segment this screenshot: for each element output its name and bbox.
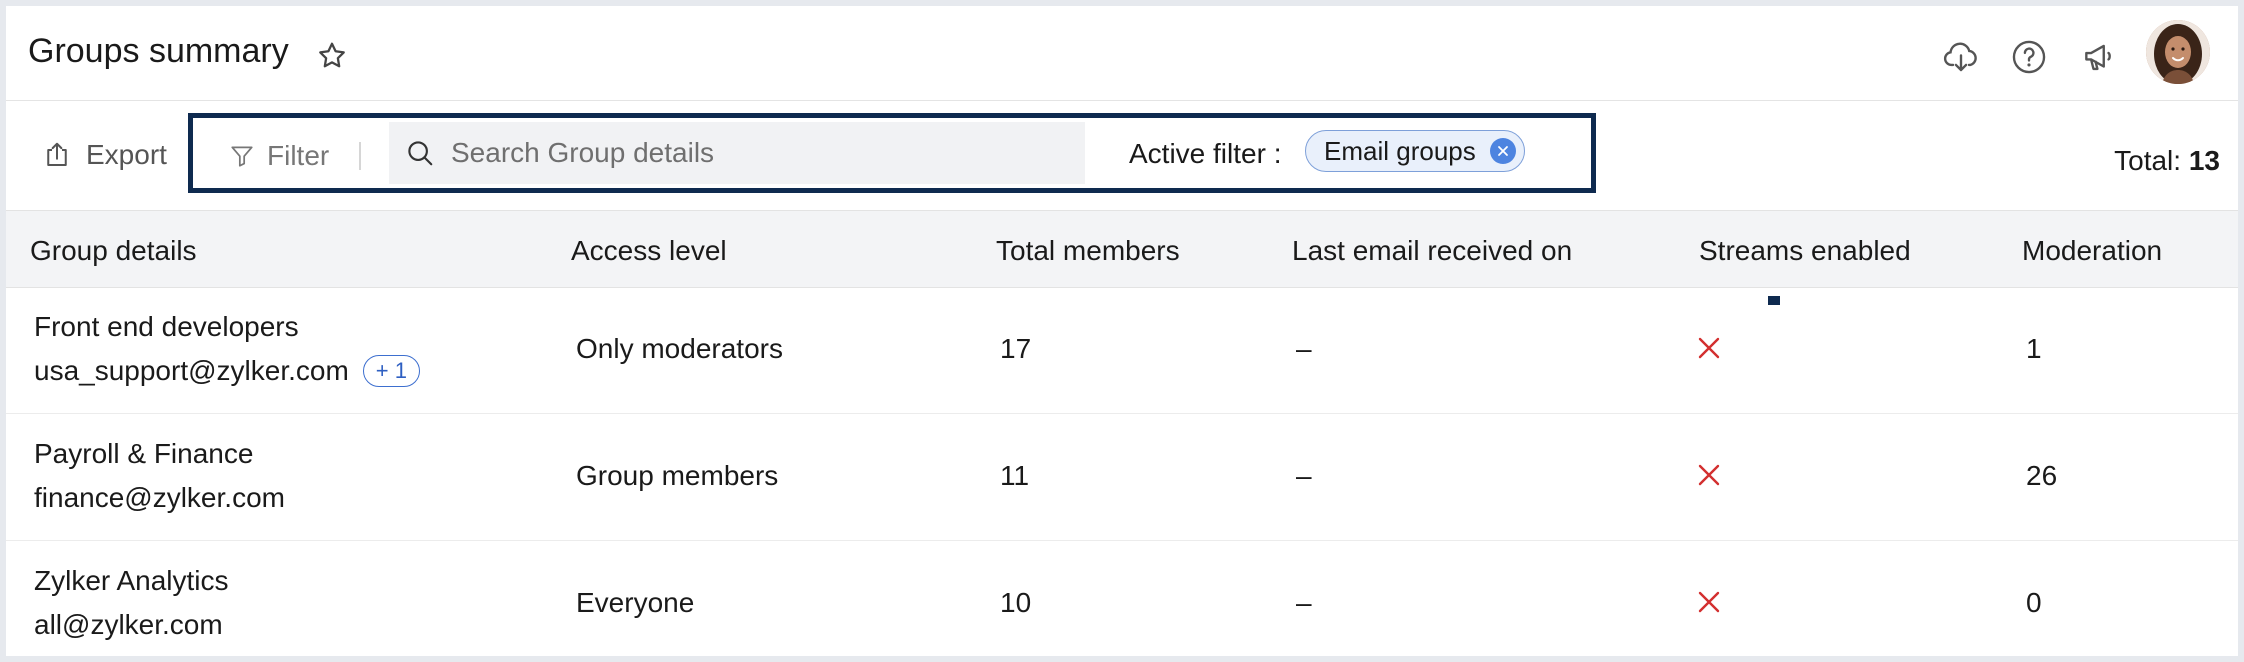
column-header-last-email[interactable]: Last email received on	[1292, 235, 1572, 267]
group-email-text: usa_support@zylker.com	[34, 355, 349, 386]
total-value: 13	[2188, 145, 2220, 176]
access-level: Everyone	[576, 587, 695, 618]
total-members: 17	[1000, 333, 1032, 364]
moderation-count: 1	[2026, 333, 2042, 364]
app-frame: Groups summary Export Filter Search Grou…	[6, 6, 2238, 656]
table-row[interactable]: Zylker Analytics all@zylker.com Everyone…	[6, 541, 2238, 656]
last-email-received: –	[1296, 333, 1312, 364]
streams-disabled-icon	[1698, 464, 1720, 486]
table-header: Group details Access level Total members…	[6, 210, 2238, 288]
export-label: Export	[86, 139, 167, 170]
page-header: Groups summary	[6, 6, 2238, 101]
streams-disabled-icon	[1698, 337, 1720, 359]
group-email-text: all@zylker.com	[34, 609, 223, 640]
avatar-image	[2146, 20, 2210, 84]
group-name[interactable]: Zylker Analytics	[34, 565, 229, 597]
divider	[359, 142, 361, 170]
group-email: usa_support@zylker.com + 1	[34, 355, 420, 387]
filter-label: Filter	[267, 140, 330, 171]
moderation-count: 0	[2026, 587, 2042, 618]
column-header-group-details[interactable]: Group details	[30, 235, 197, 267]
search-box[interactable]	[389, 122, 1085, 184]
group-email: all@zylker.com	[34, 609, 223, 641]
column-header-streams-enabled[interactable]: Streams enabled	[1699, 235, 1911, 267]
search-input[interactable]	[449, 136, 1053, 170]
column-header-total-members[interactable]: Total members	[996, 235, 1180, 267]
access-level: Group members	[576, 460, 779, 491]
group-name[interactable]: Payroll & Finance	[34, 438, 253, 470]
group-email: finance@zylker.com	[34, 482, 285, 514]
toolbar: Export Filter Active filter : Email grou…	[6, 101, 2238, 209]
table-row[interactable]: Front end developers usa_support@zylker.…	[6, 287, 2238, 414]
group-email-text: finance@zylker.com	[34, 482, 285, 513]
column-header-access-level[interactable]: Access level	[571, 235, 727, 267]
total-members: 11	[1000, 460, 1030, 491]
last-email-received: –	[1296, 460, 1312, 491]
column-header-moderation[interactable]: Moderation	[2022, 235, 2162, 267]
cloud-download-icon[interactable]	[1942, 38, 1980, 76]
announcement-icon[interactable]	[2080, 38, 2118, 76]
active-filter-label: Active filter :	[1129, 138, 1282, 169]
last-email-received: –	[1296, 587, 1312, 618]
page-title: Groups summary	[28, 32, 289, 70]
filter-button[interactable]: Filter	[229, 140, 329, 172]
total-label: Total:	[2114, 145, 2182, 176]
moderation-count: 26	[2026, 460, 2058, 491]
avatar[interactable]	[2146, 20, 2210, 84]
export-button[interactable]: Export	[42, 139, 167, 171]
close-icon	[1497, 146, 1508, 156]
chip-label: Email groups	[1324, 135, 1476, 166]
access-level: Only moderators	[576, 333, 783, 364]
star-icon[interactable]	[316, 40, 348, 72]
total-members: 10	[1000, 587, 1032, 618]
extra-emails-badge[interactable]: + 1	[362, 355, 420, 387]
remove-filter-button[interactable]	[1489, 138, 1516, 164]
total-count: Total: 13	[2114, 145, 2220, 177]
export-icon	[47, 142, 67, 166]
streams-disabled-icon	[1698, 591, 1720, 613]
filter-search-bar: Filter Active filter : Email groups	[188, 113, 1596, 193]
help-icon[interactable]	[2010, 38, 2048, 76]
table-row[interactable]: Payroll & Finance finance@zylker.com Gro…	[6, 414, 2238, 541]
filter-icon	[231, 146, 253, 167]
search-icon	[408, 141, 433, 166]
active-filter-chip: Email groups	[1305, 130, 1525, 172]
group-name[interactable]: Front end developers	[34, 311, 299, 343]
